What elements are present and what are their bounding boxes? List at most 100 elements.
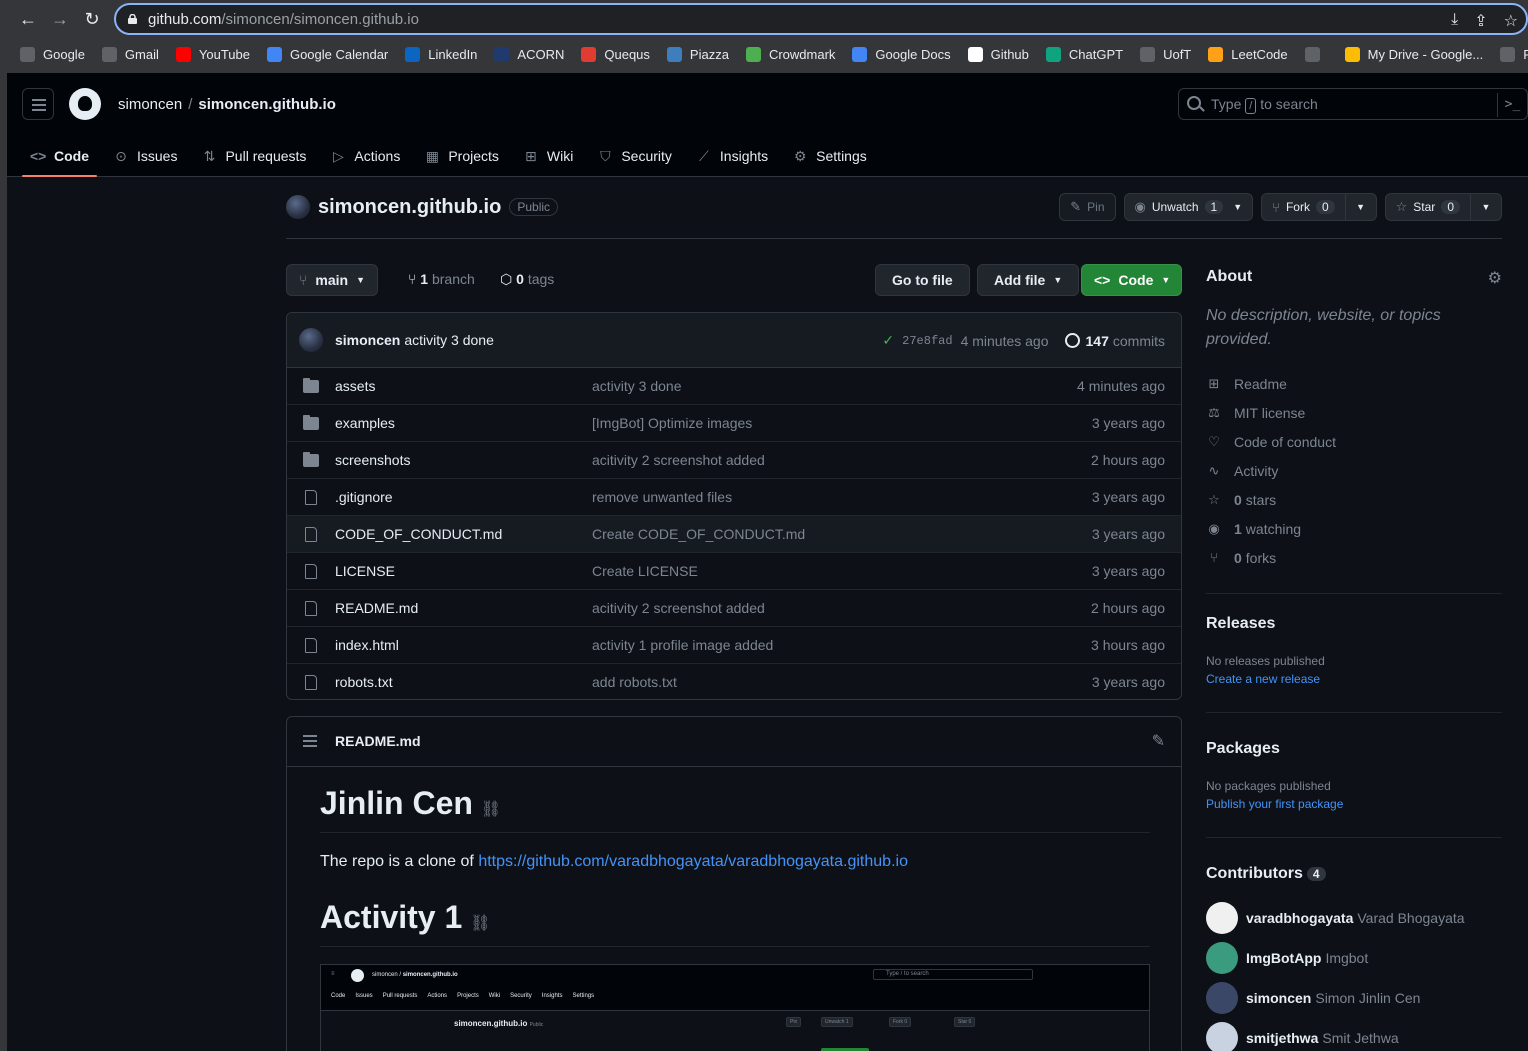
bookmark-item[interactable]: UofT [1140,46,1191,62]
unwatch-button[interactable]: ◉ Unwatch 1 ▼ [1123,193,1254,221]
fork-button[interactable]: ⑂ Fork 0 ▼ [1261,193,1377,221]
contributor-item[interactable]: simoncen Simon Jinlin Cen [1206,978,1465,1018]
share-icon[interactable]: ⇪ [1474,11,1487,31]
star-button[interactable]: ☆ Star 0 ▼ [1384,193,1502,221]
file-commit-message[interactable]: activity 3 done [592,378,682,394]
back-arrow-icon[interactable]: ← [18,9,38,29]
readme-clone-link[interactable]: https://github.com/varadbhogayata/varadb… [478,853,908,870]
avatar[interactable] [1206,902,1238,934]
commit-author-avatar[interactable] [299,328,323,352]
address-bar[interactable]: github.com/simoncen/simoncen.github.io ⤓… [114,3,1528,35]
bookmark-star-icon[interactable]: ☆ [1504,11,1518,31]
releases-title[interactable]: Releases [1206,615,1275,633]
bookmark-item[interactable]: Gmail [101,46,159,62]
readme-filename[interactable]: README.md [335,733,421,749]
bookmark-item[interactable]: YouTube [175,46,250,62]
command-palette-icon[interactable]: >_ [1497,93,1527,117]
file-commit-message[interactable]: acitivity 2 screenshot added [592,600,765,616]
check-icon[interactable]: ✓ [882,332,894,349]
owner-avatar[interactable] [286,195,310,219]
gear-icon[interactable]: ⚙ [1488,268,1502,288]
file-name[interactable]: README.md [335,600,418,616]
tab-code[interactable]: <> Code [22,135,97,177]
bookmark-item[interactable]: Quequs [581,46,650,62]
file-name[interactable]: CODE_OF_CONDUCT.md [335,526,502,542]
bookmark-item[interactable]: ChatGPT [1045,46,1123,62]
file-commit-message[interactable]: remove unwanted files [592,489,732,505]
table-row[interactable]: index.html activity 1 profile image added… [287,627,1181,664]
search-input[interactable]: Type / to search >_ [1178,88,1528,120]
file-commit-message[interactable]: Create LICENSE [592,563,698,579]
tab-actions[interactable]: ▷ Actions [322,135,408,177]
branch-select[interactable]: ⑂ main ▼ [286,264,379,296]
contributor-item[interactable]: ImgBotApp Imgbot [1206,938,1465,978]
commit-message[interactable]: activity 3 done [404,332,494,348]
tab-wiki[interactable]: ⊞ Wiki [515,135,581,177]
repo-name[interactable]: simoncen.github.io [318,196,501,219]
code-button[interactable]: <> Code ▼ [1081,264,1182,296]
tab-issues[interactable]: ⊙ Issues [105,135,185,177]
file-name[interactable]: examples [335,415,395,431]
bookmark-item[interactable]: My Drive - Google... [1344,46,1483,62]
pencil-icon[interactable]: ✎ [1152,731,1165,751]
about-item[interactable]: ⊞ Readme [1206,369,1336,398]
about-item[interactable]: ∿ Activity [1206,456,1336,485]
bookmark-item[interactable]: ACORN [494,46,564,62]
caret-down-icon[interactable]: ▼ [1346,202,1376,212]
anchor-link-icon[interactable]: ⛓ [481,801,501,818]
contributor-login[interactable]: ImgBotApp [1246,950,1321,966]
bookmark-item[interactable]: Google [20,46,85,62]
caret-down-icon[interactable]: ▼ [1471,202,1501,212]
fork-main[interactable]: ⑂ Fork 0 [1262,194,1346,220]
commit-sha[interactable]: 27e8fad [902,334,952,348]
list-icon[interactable] [303,735,317,747]
add-file-button[interactable]: Add file ▼ [977,264,1080,296]
bookmark-item[interactable]: LinkedIn [405,46,477,62]
file-commit-message[interactable]: add robots.txt [592,674,677,690]
install-icon[interactable]: ⤓ [1451,11,1458,31]
tab-projects[interactable]: ▦ Projects [416,135,507,177]
about-item[interactable]: ☆ 0 stars [1206,485,1336,514]
tab-pull-requests[interactable]: ⇅ Pull requests [193,135,314,177]
avatar[interactable] [1206,1022,1238,1051]
contributors-title[interactable]: Contributors 4 [1206,865,1326,883]
table-row[interactable]: README.md acitivity 2 screenshot added 2 h… [287,590,1181,627]
contributor-login[interactable]: simoncen [1246,990,1311,1006]
file-name[interactable]: .gitignore [335,489,393,505]
file-commit-message[interactable]: Create CODE_OF_CONDUCT.md [592,526,805,542]
create-release-link[interactable]: Create a new release [1206,672,1320,686]
menu-button[interactable] [22,88,54,120]
bookmark-item[interactable]: Piazza [666,46,729,62]
about-item[interactable]: ⚖ MIT license [1206,398,1336,427]
bookmark-item[interactable] [1304,46,1328,62]
file-name[interactable]: robots.txt [335,674,393,690]
bookmark-item[interactable]: RBC [1500,46,1528,62]
bookmark-item[interactable]: Github [967,46,1029,62]
file-commit-message[interactable]: [ImgBot] Optimize images [592,415,752,431]
table-row[interactable]: screenshots acitivity 2 screenshot added 2… [287,442,1181,479]
contributor-login[interactable]: smitjethwa [1246,1030,1318,1046]
github-logo-icon[interactable] [69,88,101,120]
pin-button[interactable]: ✎ Pin [1059,193,1116,221]
go-to-file-button[interactable]: Go to file [875,264,970,296]
table-row[interactable]: CODE_OF_CONDUCT.md Create CODE_OF_CONDUCT… [287,516,1181,553]
bookmark-item[interactable]: Crowdmark [745,46,835,62]
table-row[interactable]: LICENSE Create LICENSE 3 years ago [287,553,1181,590]
breadcrumb-owner[interactable]: simoncen [118,96,182,113]
bookmark-item[interactable]: LeetCode [1208,46,1288,62]
publish-package-link[interactable]: Publish your first package [1206,797,1343,811]
branches-link[interactable]: ⑂ 1 branch [408,271,475,287]
commits-link[interactable]: 147 commits [1064,333,1165,349]
table-row[interactable]: assets activity 3 done 4 minutes ago [287,368,1181,405]
avatar[interactable] [1206,982,1238,1014]
file-name[interactable]: LICENSE [335,563,395,579]
tab-security[interactable]: ⛉ Security [589,135,680,177]
about-item[interactable]: ◉ 1 watching [1206,514,1336,543]
table-row[interactable]: examples [ImgBot] Optimize images 3 years … [287,405,1181,442]
packages-title[interactable]: Packages [1206,740,1280,758]
file-name[interactable]: index.html [335,637,399,653]
table-row[interactable]: robots.txt add robots.txt 3 years ago [287,664,1181,699]
contributor-item[interactable]: varadbhogayata Varad Bhogayata [1206,898,1465,938]
tags-link[interactable]: ⬡ 0 tags [500,271,554,288]
about-item[interactable]: ♡ Code of conduct [1206,427,1336,456]
